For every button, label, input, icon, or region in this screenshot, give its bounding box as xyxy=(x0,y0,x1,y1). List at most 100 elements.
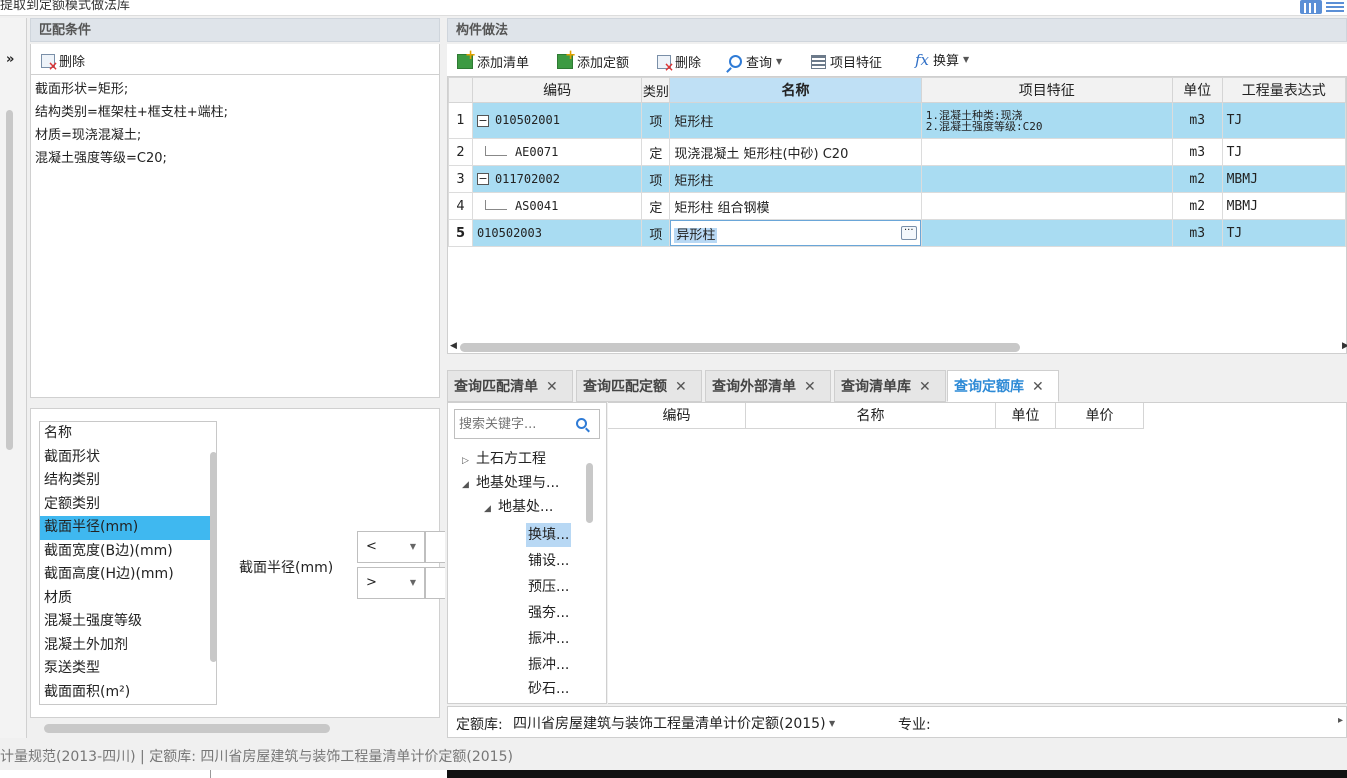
tab-list-library[interactable]: 查询清单库 ✕ xyxy=(834,370,946,402)
attribute-item[interactable]: 混凝土外加剂 xyxy=(40,634,216,658)
column-header[interactable]: 单位 xyxy=(1171,77,1223,103)
condition-value-input-1[interactable] xyxy=(425,531,445,563)
unit-cell[interactable]: m3 xyxy=(1171,219,1223,247)
add-list-button[interactable]: 添加清单 xyxy=(457,48,529,71)
tab-quota-library[interactable]: 查询定额库 ✕ xyxy=(947,370,1059,402)
attribute-item[interactable]: 截面面积(m²) xyxy=(40,681,216,705)
name-edit-cell[interactable]: 异形柱 ··· xyxy=(669,219,922,247)
type-cell[interactable]: 项 xyxy=(641,219,671,247)
code-cell[interactable]: 010502003 xyxy=(471,219,643,247)
column-header[interactable]: 编码 xyxy=(471,77,643,103)
tree-node[interactable]: 砂石... xyxy=(528,677,569,701)
table-row[interactable]: 3 −011702002 项 矩形柱 m2 MBMJ xyxy=(448,165,1346,193)
scroll-right-icon[interactable]: ▶ xyxy=(1342,341,1347,351)
feature-cell[interactable] xyxy=(920,219,1173,247)
code-cell[interactable]: AE0071 xyxy=(471,138,643,166)
left-strip-scrollbar[interactable] xyxy=(6,110,13,450)
type-cell[interactable]: 项 xyxy=(641,102,671,139)
features-button[interactable]: 项目特征 xyxy=(811,52,882,71)
tab-external-list[interactable]: 查询外部清单 ✕ xyxy=(705,370,831,402)
attribute-item[interactable]: 名称 xyxy=(40,422,216,446)
name-cell[interactable]: 矩形柱 xyxy=(669,165,922,193)
close-icon[interactable]: ✕ xyxy=(546,371,558,403)
unit-cell[interactable]: m2 xyxy=(1171,192,1223,220)
unit-cell[interactable]: m3 xyxy=(1171,102,1223,139)
collapse-icon[interactable]: ◢ xyxy=(484,497,498,521)
condition-value-input-2[interactable] xyxy=(425,567,445,599)
expand-panel-icon[interactable]: » xyxy=(6,52,14,67)
convert-button[interactable]: fx 换算 ▼ xyxy=(915,50,969,70)
column-header[interactable]: 单价 xyxy=(1056,403,1144,429)
tree-scrollbar[interactable] xyxy=(586,463,593,523)
column-header[interactable]: 编码 xyxy=(608,403,746,429)
type-cell[interactable]: 定 xyxy=(641,192,671,220)
tree-node[interactable]: ◢ 地基处... xyxy=(484,495,553,519)
name-cell[interactable]: 现浇混凝土 矩形柱(中砂) C20 xyxy=(669,138,922,166)
scroll-left-icon[interactable]: ◀ xyxy=(450,341,457,351)
attribute-item[interactable]: 截面宽度(B边)(mm) xyxy=(40,540,216,564)
unit-cell[interactable]: m3 xyxy=(1171,138,1223,166)
table-row[interactable]: 1 −010502001 项 矩形柱 1.混凝土种类:现浇 2.混凝土强度等级:… xyxy=(448,102,1346,139)
grid-view-icon[interactable] xyxy=(1300,0,1322,14)
scroll-right-icon[interactable]: ▸ xyxy=(1338,715,1343,726)
unit-cell[interactable]: m2 xyxy=(1171,165,1223,193)
tree-node[interactable]: 预压... xyxy=(528,575,569,599)
attribute-item[interactable]: 定额类别 xyxy=(40,493,216,517)
column-header[interactable]: 工程量表达式 xyxy=(1221,77,1346,103)
close-icon[interactable]: ✕ xyxy=(804,371,816,403)
match-conditions-text[interactable]: 截面形状=矩形; 结构类别=框架柱+框支柱+端柱; 材质=现浇混凝土; 混凝土强… xyxy=(30,74,440,398)
table-row[interactable]: 2 AE0071 定 现浇混凝土 矩形柱(中砂) C20 m3 TJ xyxy=(448,138,1346,166)
attribute-item[interactable]: 截面高度(H边)(mm) xyxy=(40,563,216,587)
operator-select-2[interactable]: > ▼ xyxy=(357,567,425,599)
attribute-item[interactable]: 截面形状 xyxy=(40,446,216,470)
column-header[interactable]: 项目特征 xyxy=(920,77,1173,103)
more-options-icon[interactable]: ··· xyxy=(900,226,917,240)
attribute-item[interactable]: 结构类别 xyxy=(40,469,216,493)
expand-icon[interactable]: ▷ xyxy=(462,449,476,473)
code-cell[interactable]: −011702002 xyxy=(471,165,643,193)
expression-cell[interactable]: MBMJ xyxy=(1221,192,1346,220)
method-delete-button[interactable]: 删除 xyxy=(657,52,701,74)
tab-match-list[interactable]: 查询匹配清单 ✕ xyxy=(447,370,573,402)
collapse-icon[interactable]: − xyxy=(476,173,489,185)
column-header[interactable]: 类别 xyxy=(641,77,671,103)
tree-node-selected[interactable]: 换填... xyxy=(526,523,572,547)
attribute-item[interactable]: 混凝土强度等级 xyxy=(40,610,216,634)
tree-node[interactable]: 铺设... xyxy=(528,549,569,573)
column-header[interactable]: 单位 xyxy=(996,403,1056,429)
close-icon[interactable]: ✕ xyxy=(919,371,931,403)
attribute-list[interactable]: 名称 截面形状 结构类别 定额类别 截面半径(mm) 截面宽度(B边)(mm) … xyxy=(39,421,217,705)
operator-select-1[interactable]: < ▼ xyxy=(357,531,425,563)
match-delete-button[interactable]: 删除 xyxy=(41,51,85,73)
menu-icon[interactable] xyxy=(1326,2,1344,12)
tree-node[interactable]: 振冲... xyxy=(528,653,569,677)
close-icon[interactable]: ✕ xyxy=(1032,371,1044,403)
name-cell[interactable]: 矩形柱 xyxy=(669,102,922,139)
grid-horizontal-scrollbar[interactable] xyxy=(460,343,1020,352)
feature-cell[interactable]: 1.混凝土种类:现浇 2.混凝土强度等级:C20 xyxy=(920,102,1173,139)
name-cell[interactable]: 矩形柱 组合钢模 xyxy=(669,192,922,220)
expression-cell[interactable]: TJ xyxy=(1221,138,1346,166)
search-icon[interactable] xyxy=(576,418,587,429)
attribute-list-scrollbar[interactable] xyxy=(210,452,216,662)
collapse-icon[interactable]: ◢ xyxy=(462,473,476,497)
type-cell[interactable]: 项 xyxy=(641,165,671,193)
column-header[interactable]: 名称 xyxy=(669,77,922,103)
query-button[interactable]: 查询 ▼ xyxy=(729,52,782,71)
column-header[interactable]: 名称 xyxy=(746,403,996,429)
feature-cell[interactable] xyxy=(920,165,1173,193)
feature-cell[interactable] xyxy=(920,192,1173,220)
expression-cell[interactable]: TJ xyxy=(1221,102,1346,139)
feature-cell[interactable] xyxy=(920,138,1173,166)
code-cell[interactable]: AS0041 xyxy=(471,192,643,220)
tree-node[interactable]: ▷ 土石方工程 xyxy=(462,447,546,471)
expression-cell[interactable]: MBMJ xyxy=(1221,165,1346,193)
table-row[interactable]: 4 AS0041 定 矩形柱 组合钢模 m2 MBMJ xyxy=(448,192,1346,220)
attribute-item-selected[interactable]: 截面半径(mm) xyxy=(40,516,216,540)
type-cell[interactable]: 定 xyxy=(641,138,671,166)
tree-node[interactable]: ◢ 地基处理与... xyxy=(462,471,559,495)
left-horizontal-scrollbar[interactable] xyxy=(44,724,330,733)
add-quota-button[interactable]: 添加定额 xyxy=(557,48,629,71)
close-icon[interactable]: ✕ xyxy=(675,371,687,403)
tab-match-quota[interactable]: 查询匹配定额 ✕ xyxy=(576,370,702,402)
